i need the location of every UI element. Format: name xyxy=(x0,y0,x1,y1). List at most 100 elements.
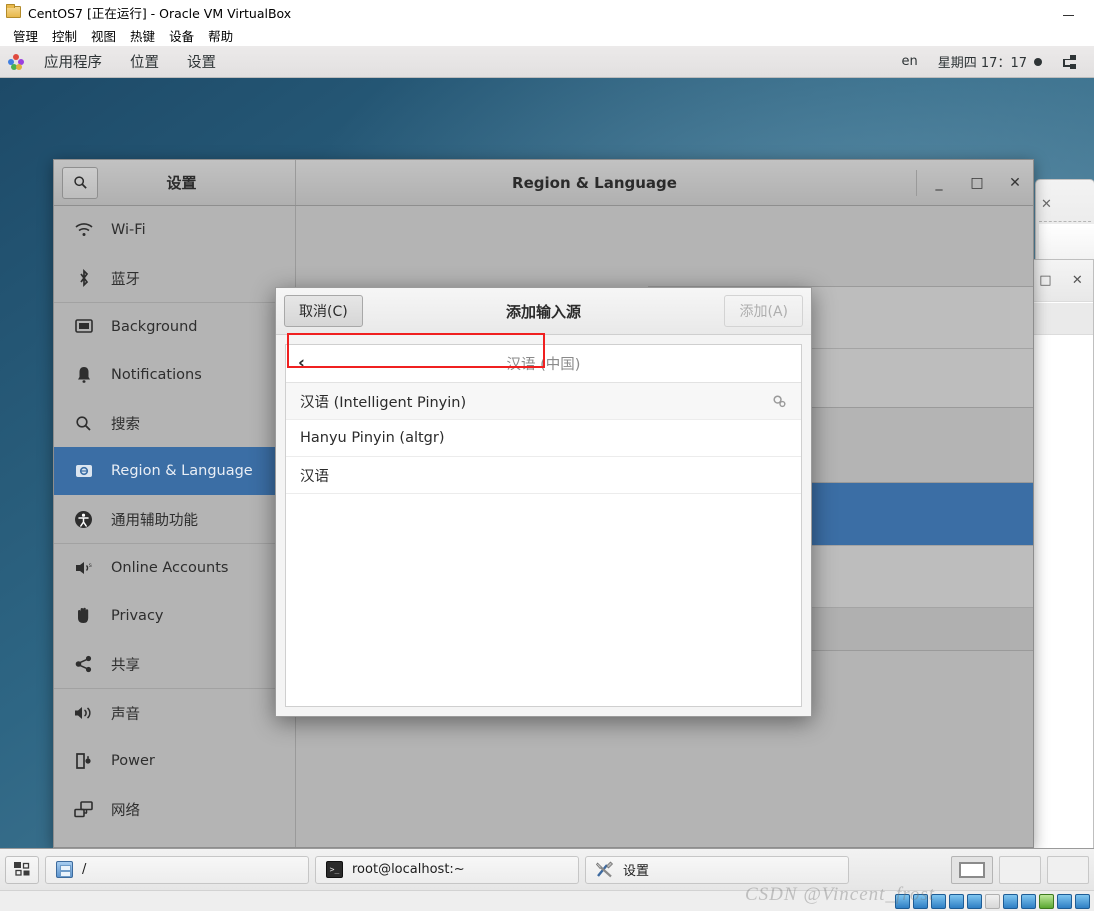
sidebar-item-network[interactable]: 网络 xyxy=(54,785,295,833)
vbox-menu-machine[interactable]: 控制 xyxy=(45,25,84,46)
add-button[interactable]: 添加(A) xyxy=(724,295,803,327)
floppy-icon[interactable] xyxy=(931,893,946,909)
maximize-button[interactable]: □ xyxy=(969,175,985,191)
sidebar-item-online-accounts[interactable]: s Online Accounts xyxy=(54,544,295,592)
keyboard-layout-indicator[interactable]: en xyxy=(892,54,928,69)
bluetooth-icon xyxy=(74,268,93,288)
sidebar-item-label: 共享 xyxy=(111,657,140,674)
background-icon xyxy=(74,318,93,337)
vbox-menu-devices[interactable]: 设备 xyxy=(162,25,201,46)
gnome-menu-settings[interactable]: 设置 xyxy=(173,51,230,72)
page-title: Region & Language xyxy=(512,173,677,192)
taskbar: / >_ root@localhost:~ 设置 xyxy=(0,848,1094,890)
sidebar-item-label: Notifications xyxy=(111,367,202,383)
sidebar-item-power[interactable]: Power xyxy=(54,737,295,785)
file-manager-icon xyxy=(56,861,73,878)
video-capture-icon[interactable] xyxy=(1021,893,1036,909)
sidebar-item-notifications[interactable]: Notifications xyxy=(54,351,295,399)
list-header-title: 汉语 (中国) xyxy=(506,357,581,373)
guest-screen: E N T ✕ □ ✕ 应用程序 位置 设置 en 星期四 17 xyxy=(0,46,1094,848)
sidebar-item-label: Online Accounts xyxy=(111,560,229,576)
applications-menu-icon xyxy=(8,53,24,70)
network-adapter-icon[interactable] xyxy=(949,893,964,909)
list-item-label: 汉语 xyxy=(300,468,329,485)
background-window-1-body xyxy=(1039,224,1094,263)
workspace-switcher-3[interactable] xyxy=(1047,855,1089,884)
sidebar-item-label: 声音 xyxy=(111,706,140,723)
sidebar-item-sharing[interactable]: 共享 xyxy=(54,640,295,688)
svg-text:s: s xyxy=(88,563,91,569)
sidebar-item-region-and-language[interactable]: Region & Language xyxy=(54,447,295,495)
dialog-header: 取消(C) 添加输入源 添加(A) xyxy=(276,288,811,335)
show-desktop-button[interactable] xyxy=(5,855,39,884)
sidebar-item-label: 通用辅助功能 xyxy=(111,512,198,529)
vbox-menu-input[interactable]: 热键 xyxy=(123,25,162,46)
shared-folders-icon[interactable] xyxy=(985,893,1000,909)
vbox-window-title: CentOS7 [正在运行] - Oracle VM VirtualBox xyxy=(28,5,292,21)
cancel-button[interactable]: 取消(C) xyxy=(284,295,363,327)
search-icon xyxy=(74,414,93,433)
sidebar-item-sound[interactable]: 声音 xyxy=(54,689,295,737)
vbox-menu-view[interactable]: 视图 xyxy=(84,25,123,46)
gnome-menu-places[interactable]: 位置 xyxy=(116,51,173,72)
cpu-load-icon[interactable] xyxy=(1039,893,1054,909)
search-icon xyxy=(73,176,87,189)
display-icon[interactable] xyxy=(1003,893,1018,909)
vbox-minimize-button[interactable] xyxy=(1060,4,1076,20)
list-item[interactable]: 汉语 xyxy=(286,457,801,494)
close-button[interactable]: ✕ xyxy=(1007,175,1023,191)
minimize-button[interactable]: _ xyxy=(931,175,947,191)
vbox-menu-manage[interactable]: 管理 xyxy=(6,25,45,46)
system-status-area[interactable] xyxy=(1052,54,1094,69)
accessibility-icon xyxy=(74,510,93,529)
recording-dot-icon xyxy=(1034,57,1042,66)
list-item[interactable]: 汉语 (Intelligent Pinyin) xyxy=(286,383,801,420)
background-window-2[interactable]: □ ✕ xyxy=(1028,259,1094,848)
hard-disk-icon[interactable] xyxy=(895,893,910,909)
sidebar-item-label: 搜索 xyxy=(111,416,140,433)
workspace-switcher-1[interactable] xyxy=(951,855,993,884)
vbox-menu-help[interactable]: 帮助 xyxy=(201,25,240,46)
sidebar-item-universal-access[interactable]: 通用辅助功能 xyxy=(54,495,295,543)
taskbar-item-label: 设置 xyxy=(623,864,650,879)
gnome-top-panel: 应用程序 位置 设置 en 星期四 17：17 xyxy=(0,46,1094,78)
add-input-source-dialog: 取消(C) 添加输入源 添加(A) ‹ 汉语 (中国) 汉语 (Intellig… xyxy=(275,287,812,717)
settings-headerbar: 设置 Region & Language _ □ ✕ xyxy=(54,160,1033,206)
mouse-integration-icon[interactable] xyxy=(1057,893,1072,909)
share-icon xyxy=(74,655,93,674)
taskbar-item-label: root@localhost:~ xyxy=(352,862,465,877)
sidebar-item-wifi[interactable]: Wi-Fi xyxy=(54,206,295,254)
workspace-switcher-2[interactable] xyxy=(999,855,1041,884)
background-window-1[interactable]: ✕ xyxy=(1035,179,1094,264)
wifi-icon xyxy=(74,221,93,240)
window-controls: _ □ ✕ xyxy=(916,169,1023,196)
sidebar-item-background[interactable]: Background xyxy=(54,303,295,351)
list-item[interactable]: Hanyu Pinyin (altgr) xyxy=(286,420,801,457)
background-window-2-titlebar: □ ✕ xyxy=(1029,260,1093,302)
optical-drive-icon[interactable] xyxy=(913,893,928,909)
show-desktop-icon xyxy=(13,862,29,876)
vbox-menubar: 管理 控制 视图 热键 设备 帮助 xyxy=(0,24,1094,46)
taskbar-item-file-manager[interactable]: / xyxy=(45,855,309,884)
search-button[interactable] xyxy=(62,166,98,199)
gnome-menu-applications[interactable]: 应用程序 xyxy=(30,51,116,72)
list-header: ‹ 汉语 (中国) xyxy=(286,345,801,383)
maximize-icon[interactable]: □ xyxy=(1039,273,1051,288)
sidebar-item-search[interactable]: 搜索 xyxy=(54,399,295,447)
close-icon[interactable]: ✕ xyxy=(1072,273,1083,288)
network-icon xyxy=(1062,54,1078,69)
sidebar-item-bluetooth[interactable]: 蓝牙 xyxy=(54,254,295,302)
clock-area[interactable]: 星期四 17：17 xyxy=(928,52,1052,71)
sidebar-item-privacy[interactable]: Privacy xyxy=(54,592,295,640)
gear-icon[interactable] xyxy=(771,393,787,409)
bell-icon xyxy=(74,366,93,385)
host-key-icon[interactable] xyxy=(1075,893,1090,909)
taskbar-item-settings[interactable]: 设置 xyxy=(585,855,849,884)
usb-icon[interactable] xyxy=(967,893,982,909)
region-icon xyxy=(74,462,93,481)
settings-headerbar-right: Region & Language _ □ ✕ xyxy=(296,160,1033,205)
close-icon[interactable]: ✕ xyxy=(1041,197,1052,212)
vbox-titlebar: CentOS7 [正在运行] - Oracle VM VirtualBox xyxy=(0,0,1094,24)
taskbar-item-terminal[interactable]: >_ root@localhost:~ xyxy=(315,855,579,884)
chevron-left-icon[interactable]: ‹ xyxy=(298,355,305,372)
